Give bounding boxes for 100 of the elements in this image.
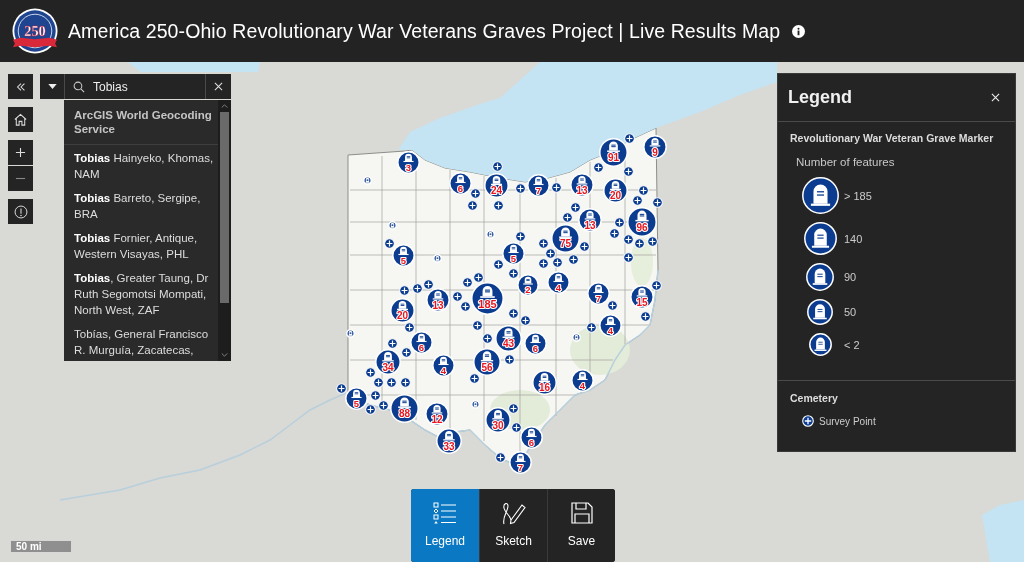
suggestion-item[interactable]: Tobías, General Francisco R. Murguía, Zacatecas, [64, 321, 218, 361]
survey-point-icon[interactable] [494, 451, 506, 463]
suggestion-item[interactable]: Tobias Barreto, Sergipe, BRA [64, 185, 218, 225]
survey-point-icon[interactable] [364, 366, 376, 378]
survey-point-icon[interactable] [514, 182, 526, 194]
survey-point-icon[interactable] [544, 247, 556, 259]
grave-point-icon[interactable] [432, 253, 442, 263]
zoom-in-button[interactable] [8, 140, 33, 165]
cluster-marker[interactable]: 13 [578, 208, 602, 232]
survey-point-icon[interactable] [578, 240, 590, 252]
survey-point-icon[interactable] [551, 256, 563, 268]
survey-point-icon[interactable] [561, 211, 573, 223]
survey-point-icon[interactable] [510, 421, 522, 433]
survey-point-icon[interactable] [466, 199, 478, 211]
suggestion-item[interactable]: Tobias Hainyeko, Khomas, NAM [64, 145, 218, 185]
cluster-marker[interactable]: 13 [570, 173, 594, 197]
survey-point-icon[interactable] [459, 300, 471, 312]
toolbar-button[interactable]: Legend [411, 489, 479, 562]
survey-point-icon[interactable] [622, 233, 634, 245]
survey-point-icon[interactable] [537, 237, 549, 249]
survey-point-icon[interactable] [422, 278, 434, 290]
survey-point-icon[interactable] [469, 187, 481, 199]
home-button[interactable] [8, 107, 33, 132]
cluster-marker[interactable]: 56 [473, 348, 501, 376]
survey-point-icon[interactable] [451, 290, 463, 302]
survey-point-icon[interactable] [623, 133, 635, 145]
survey-point-icon[interactable] [592, 161, 604, 173]
cluster-marker[interactable]: 34 [375, 349, 401, 375]
grave-point-icon[interactable] [387, 220, 397, 230]
survey-point-icon[interactable] [385, 376, 397, 388]
cluster-marker[interactable]: 33 [436, 428, 462, 454]
grave-point-icon[interactable] [362, 175, 372, 185]
suggestion-item[interactable]: Tobias, Greater Taung, Dr Ruth Segomotsi Mompati, North West, ZAF [64, 265, 218, 321]
cluster-marker[interactable]: 12 [425, 402, 449, 426]
cluster-marker[interactable]: 91 [598, 137, 628, 167]
survey-point-icon[interactable] [606, 300, 618, 312]
survey-point-icon[interactable] [472, 271, 484, 283]
grave-point-icon[interactable] [485, 229, 495, 239]
survey-point-icon[interactable] [633, 237, 645, 249]
survey-point-icon[interactable] [503, 353, 515, 365]
survey-point-icon[interactable] [491, 160, 503, 172]
grave-point-icon[interactable] [571, 332, 581, 342]
cluster-marker[interactable]: 96 [627, 207, 657, 237]
survey-point-icon[interactable] [471, 319, 483, 331]
grave-point-icon[interactable] [470, 399, 480, 409]
cluster-marker[interactable]: 88 [389, 393, 419, 423]
source-dropdown-button[interactable] [40, 74, 65, 99]
scrollbar[interactable] [218, 100, 231, 361]
search-field[interactable]: Tobias [65, 74, 205, 99]
survey-point-icon[interactable] [570, 202, 582, 214]
survey-point-icon[interactable] [481, 332, 493, 344]
survey-point-icon[interactable] [622, 165, 634, 177]
survey-point-icon[interactable] [335, 382, 347, 394]
survey-point-icon[interactable] [461, 276, 473, 288]
survey-point-icon[interactable] [404, 322, 416, 334]
cluster-marker[interactable]: 185 [470, 281, 504, 315]
survey-point-icon[interactable] [383, 237, 395, 249]
survey-point-icon[interactable] [507, 267, 519, 279]
survey-point-icon[interactable] [372, 376, 384, 388]
survey-point-icon[interactable] [400, 346, 412, 358]
survey-point-icon[interactable] [650, 279, 662, 291]
cluster-marker[interactable]: 9 [643, 135, 667, 159]
info-button[interactable] [8, 199, 33, 224]
survey-point-icon[interactable] [514, 230, 526, 242]
cluster-marker[interactable]: 13 [426, 288, 450, 312]
survey-point-icon[interactable] [519, 314, 531, 326]
survey-point-icon[interactable] [637, 184, 649, 196]
survey-point-icon[interactable] [493, 258, 505, 270]
survey-point-icon[interactable] [507, 307, 519, 319]
survey-point-icon[interactable] [507, 402, 519, 414]
survey-point-icon[interactable] [365, 403, 377, 415]
survey-point-icon[interactable] [398, 284, 410, 296]
survey-point-icon[interactable] [550, 181, 562, 193]
survey-point-icon[interactable] [411, 282, 423, 294]
survey-point-icon[interactable] [386, 337, 398, 349]
grave-point-icon[interactable] [345, 328, 355, 338]
toolbar-button[interactable]: Save [547, 489, 615, 562]
survey-point-icon[interactable] [567, 253, 579, 265]
survey-point-icon[interactable] [631, 194, 643, 206]
survey-point-icon[interactable] [399, 376, 411, 388]
survey-point-icon[interactable] [537, 257, 549, 269]
search-input[interactable]: Tobias [93, 77, 205, 96]
survey-point-icon[interactable] [369, 389, 381, 401]
clear-button[interactable] [205, 74, 231, 99]
survey-point-icon[interactable] [468, 372, 480, 384]
survey-point-icon[interactable] [585, 321, 597, 333]
survey-point-icon[interactable] [492, 199, 504, 211]
survey-point-icon[interactable] [622, 251, 634, 263]
survey-point-icon[interactable] [377, 399, 389, 411]
survey-point-icon[interactable] [646, 235, 658, 247]
scrollbar-thumb[interactable] [220, 112, 229, 303]
survey-point-icon[interactable] [608, 227, 620, 239]
cluster-marker[interactable]: 2 [517, 274, 539, 296]
cluster-marker[interactable]: 75 [550, 223, 580, 253]
collapse-button[interactable] [8, 74, 33, 99]
suggestion-item[interactable]: Tobias Fornier, Antique, Western Visayas, PHL [64, 225, 218, 265]
cluster-marker[interactable]: 15 [630, 285, 654, 309]
survey-point-icon[interactable] [613, 216, 625, 228]
cluster-marker[interactable]: 30 [485, 407, 511, 433]
survey-point-icon[interactable] [651, 196, 663, 208]
